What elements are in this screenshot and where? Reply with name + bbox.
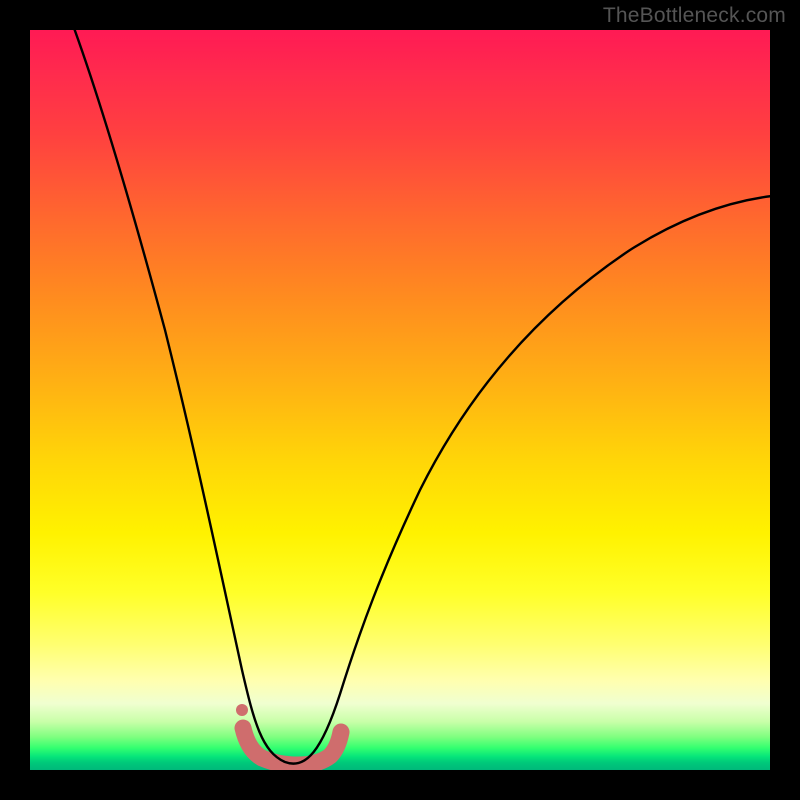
bottleneck-curve-svg (30, 30, 770, 770)
chart-stage: TheBottleneck.com (0, 0, 800, 800)
plot-area (30, 30, 770, 770)
bottleneck-curve-path (74, 30, 770, 764)
watermark-text: TheBottleneck.com (603, 4, 786, 28)
